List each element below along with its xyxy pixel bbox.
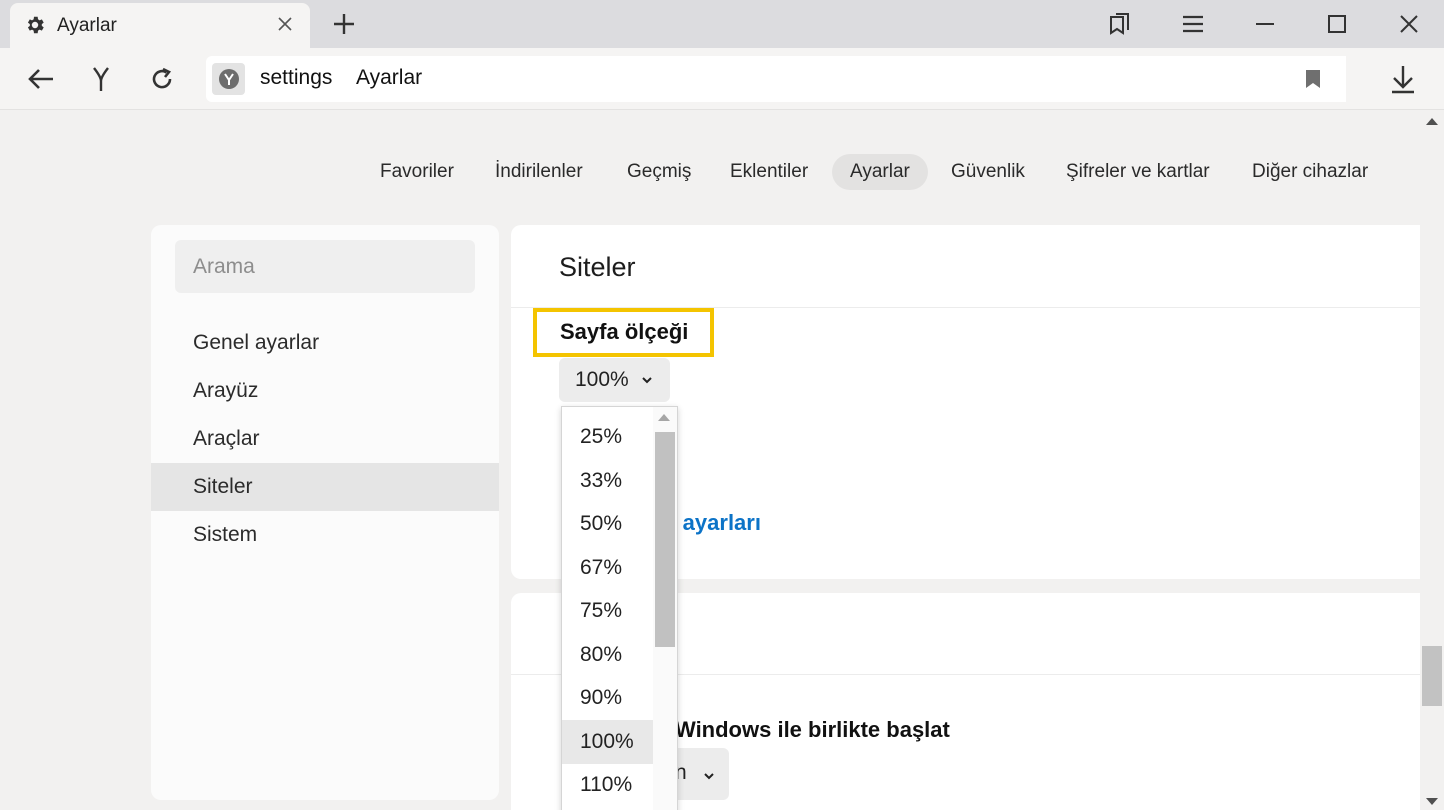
plus-icon[interactable] bbox=[330, 10, 358, 38]
bookmark-icon[interactable] bbox=[1302, 68, 1324, 90]
zoom-option[interactable]: 50% bbox=[562, 502, 653, 546]
topnav-favoriler[interactable]: Favoriler bbox=[362, 154, 472, 190]
sidebar-item-arayuz[interactable]: Arayüz bbox=[151, 367, 499, 415]
address-host: settings bbox=[260, 66, 333, 89]
gear-icon bbox=[24, 14, 46, 36]
tab-title: Ayarlar bbox=[57, 15, 117, 36]
title-bar: Ayarlar bbox=[0, 0, 1444, 48]
address-bar[interactable]: settings Ayarlar bbox=[206, 56, 1346, 102]
back-arrow-icon[interactable] bbox=[24, 62, 58, 96]
zoom-option[interactable]: 75% bbox=[562, 589, 653, 633]
zoom-option[interactable]: 110% bbox=[562, 763, 653, 807]
topnav-sifreler[interactable]: Şifreler ve kartlar bbox=[1048, 154, 1228, 190]
scroll-down-icon[interactable] bbox=[1426, 798, 1438, 805]
zoom-option[interactable]: 67% bbox=[562, 546, 653, 590]
yandex-home-icon[interactable] bbox=[84, 62, 118, 96]
zoom-option[interactable]: 90% bbox=[562, 676, 653, 720]
section-title: Siteler bbox=[559, 252, 636, 282]
chevron-down-icon bbox=[703, 762, 715, 786]
dropdown-scrollbar[interactable] bbox=[653, 407, 677, 810]
yandex-site-icon[interactable] bbox=[212, 63, 245, 95]
address-page-title: Ayarlar bbox=[356, 66, 423, 89]
settings-top-nav: Favoriler İndirilenler Geçmiş Eklentiler… bbox=[0, 154, 1444, 190]
address-bar-tip bbox=[1328, 56, 1346, 102]
settings-sidebar: Genel ayarlar Arayüz Araçlar Siteler Sis… bbox=[151, 225, 499, 800]
page-zoom-select[interactable]: 100% bbox=[559, 358, 670, 402]
sidebar-item-siteler[interactable]: Siteler bbox=[151, 463, 499, 511]
download-icon[interactable] bbox=[1386, 62, 1420, 96]
page-zoom-label: Sayfa ölçeği bbox=[560, 319, 689, 344]
menu-icon[interactable] bbox=[1178, 9, 1208, 39]
topnav-guvenlik[interactable]: Güvenlik bbox=[933, 154, 1043, 190]
sidebar-item-sistem[interactable]: Sistem bbox=[151, 511, 499, 559]
sidebar-item-araclar[interactable]: Araçlar bbox=[151, 415, 499, 463]
close-icon[interactable] bbox=[274, 13, 296, 35]
maximize-icon[interactable] bbox=[1322, 9, 1352, 39]
scroll-up-icon[interactable] bbox=[658, 414, 670, 421]
reload-icon[interactable] bbox=[145, 62, 179, 96]
zoom-option[interactable]: 25% bbox=[562, 415, 653, 459]
zoom-option-selected[interactable]: 100% bbox=[562, 720, 653, 764]
startup-with-windows-label: Windows ile birlikte başlat bbox=[675, 717, 950, 742]
search-box[interactable] bbox=[175, 240, 475, 293]
scroll-up-icon[interactable] bbox=[1426, 118, 1438, 125]
page-scrollbar[interactable] bbox=[1420, 110, 1444, 810]
page-scroll-thumb[interactable] bbox=[1422, 646, 1442, 706]
topnav-gecmis[interactable]: Geçmiş bbox=[609, 154, 709, 190]
zoom-dropdown-list[interactable]: 25% 33% 50% 67% 75% 80% 90% 100% 110% bbox=[561, 406, 678, 810]
dropdown-scroll-thumb[interactable] bbox=[655, 432, 675, 647]
browser-toolbar: settings Ayarlar bbox=[0, 48, 1444, 110]
topnav-ayarlar[interactable]: Ayarlar bbox=[832, 154, 928, 190]
zoom-option[interactable]: 80% bbox=[562, 633, 653, 677]
collections-icon[interactable] bbox=[1105, 9, 1135, 39]
zoom-option[interactable]: 33% bbox=[562, 459, 653, 503]
window-close-icon[interactable] bbox=[1394, 9, 1424, 39]
page-zoom-value: 100% bbox=[575, 368, 629, 391]
minimize-icon[interactable] bbox=[1250, 9, 1280, 39]
topnav-eklentiler[interactable]: Eklentiler bbox=[712, 154, 826, 190]
sidebar-item-genel-ayarlar[interactable]: Genel ayarlar bbox=[151, 319, 499, 367]
topnav-diger-cihazlar[interactable]: Diğer cihazlar bbox=[1234, 154, 1386, 190]
search-input[interactable] bbox=[175, 240, 475, 293]
topnav-indirilenler[interactable]: İndirilenler bbox=[477, 154, 601, 190]
browser-tab[interactable]: Ayarlar bbox=[10, 3, 310, 48]
chevron-down-icon bbox=[641, 376, 653, 384]
